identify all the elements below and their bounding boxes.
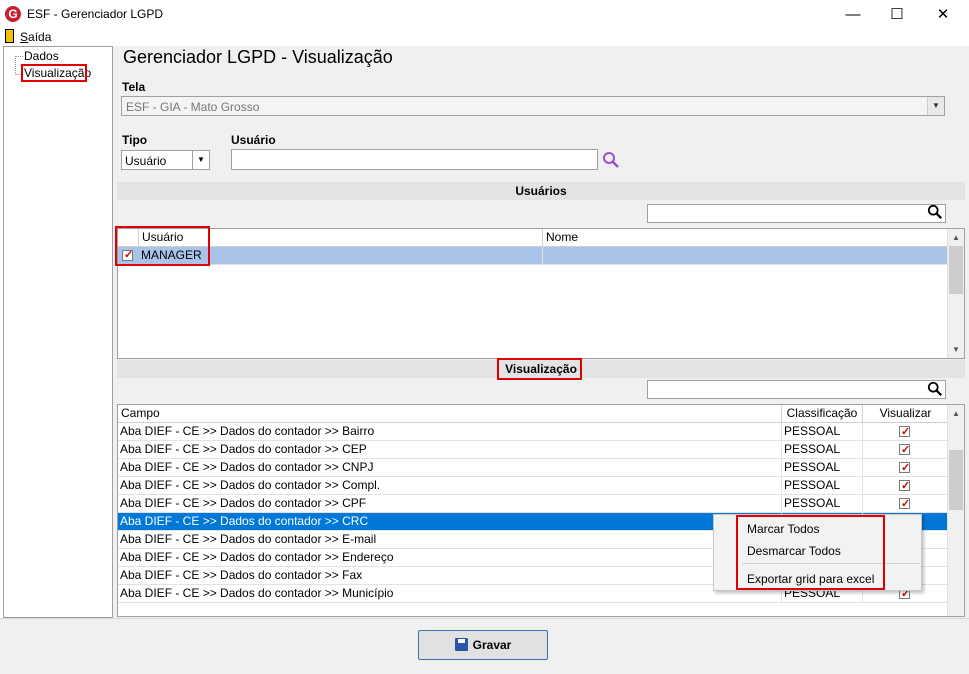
campo-cell: Aba DIEF - CE >> Dados do contador >> CR…: [118, 513, 782, 531]
usuario-input[interactable]: [231, 149, 598, 170]
highlight-box: [115, 226, 210, 266]
campo-cell: Aba DIEF - CE >> Dados do contador >> En…: [118, 549, 782, 567]
visualizar-cell: [863, 423, 948, 441]
vis-filter-input[interactable]: [647, 380, 946, 399]
column-header-visualizar[interactable]: Visualizar: [863, 405, 949, 423]
users-grid: Usuário Nome MANAGER ▲ ▼: [117, 228, 965, 359]
visualizar-checkbox[interactable]: [899, 478, 910, 495]
campo-cell: Aba DIEF - CE >> Dados do contador >> CP…: [118, 495, 782, 513]
campo-cell: Aba DIEF - CE >> Dados do contador >> Fa…: [118, 567, 782, 585]
maximize-button[interactable]: ☐: [874, 0, 920, 29]
users-filter-input[interactable]: [647, 204, 946, 223]
tipo-label: Tipo: [122, 133, 148, 147]
menu-exit[interactable]: Saída: [20, 30, 51, 44]
campo-cell: Aba DIEF - CE >> Dados do contador >> Co…: [118, 477, 782, 495]
visualizar-cell: [863, 495, 948, 513]
users-section-header: Usuários: [117, 182, 965, 200]
tipo-select-value: Usuário: [125, 154, 167, 168]
name-cell: [543, 247, 948, 265]
visualizar-checkbox[interactable]: [899, 442, 910, 459]
visualizar-checkbox[interactable]: [899, 424, 910, 441]
table-row[interactable]: Aba DIEF - CE >> Dados do contador >> CE…: [118, 441, 948, 459]
classificacao-cell: PESSOAL: [782, 423, 863, 441]
classificacao-cell: PESSOAL: [782, 459, 863, 477]
campo-cell: Aba DIEF - CE >> Dados do contador >> Mu…: [118, 585, 782, 603]
column-header-nome[interactable]: Nome: [543, 229, 949, 247]
tipo-select[interactable]: Usuário ▼: [121, 150, 210, 170]
page-title: Gerenciador LGPD - Visualização: [123, 47, 393, 67]
table-row[interactable]: Aba DIEF - CE >> Dados do contador >> CN…: [118, 459, 948, 477]
search-icon[interactable]: [927, 381, 943, 397]
search-icon[interactable]: [602, 151, 620, 169]
close-button[interactable]: ✕: [920, 0, 966, 29]
scroll-up-icon[interactable]: ▲: [948, 405, 964, 422]
column-header-campo[interactable]: Campo: [118, 405, 782, 423]
highlight-box: [736, 515, 885, 590]
usuario-label: Usuário: [231, 133, 276, 147]
tree-item-dados[interactable]: Dados: [24, 49, 59, 63]
scroll-up-icon[interactable]: ▲: [948, 229, 964, 246]
minimize-button[interactable]: —: [830, 0, 876, 29]
visualizar-checkbox[interactable]: [899, 496, 910, 513]
tree-connector: [16, 56, 23, 57]
tela-select-value: ESF - GIA - Mato Grosso: [126, 100, 260, 114]
scroll-down-icon[interactable]: ▼: [948, 341, 964, 358]
navigation-tree: [3, 46, 113, 618]
table-row[interactable]: Aba DIEF - CE >> Dados do contador >> Co…: [118, 477, 948, 495]
search-icon[interactable]: [927, 204, 943, 220]
visualizar-cell: [863, 477, 948, 495]
highlight-box: [497, 358, 582, 380]
table-row[interactable]: Aba DIEF - CE >> Dados do contador >> CP…: [118, 495, 948, 513]
campo-cell: Aba DIEF - CE >> Dados do contador >> CN…: [118, 459, 782, 477]
column-header-classificacao[interactable]: Classificação: [782, 405, 863, 423]
window-title: ESF - Gerenciador LGPD: [27, 7, 164, 21]
exit-door-icon: [5, 29, 14, 43]
highlight-box: [21, 64, 87, 82]
visualizar-cell: [863, 441, 948, 459]
table-row[interactable]: Aba DIEF - CE >> Dados do contador >> Ba…: [118, 423, 948, 441]
tela-select[interactable]: ESF - GIA - Mato Grosso ▼: [121, 96, 945, 116]
classificacao-cell: PESSOAL: [782, 495, 863, 513]
campo-cell: Aba DIEF - CE >> Dados do contador >> E-…: [118, 531, 782, 549]
scroll-thumb[interactable]: [949, 246, 963, 294]
users-scrollbar[interactable]: ▲ ▼: [947, 229, 964, 358]
classificacao-cell: PESSOAL: [782, 477, 863, 495]
chevron-down-icon: ▼: [927, 97, 944, 115]
scroll-thumb[interactable]: [949, 450, 963, 510]
visualizar-checkbox[interactable]: [899, 460, 910, 477]
classificacao-cell: PESSOAL: [782, 441, 863, 459]
menu-bar: [0, 29, 969, 46]
save-button[interactable]: Gravar: [418, 630, 548, 660]
tela-label: Tela: [122, 80, 146, 94]
visualizar-cell: [863, 459, 948, 477]
campo-cell: Aba DIEF - CE >> Dados do contador >> Ba…: [118, 423, 782, 441]
campo-cell: Aba DIEF - CE >> Dados do contador >> CE…: [118, 441, 782, 459]
app-logo-icon: G: [5, 6, 21, 22]
floppy-disk-icon: [454, 638, 468, 651]
chevron-down-icon: ▼: [192, 151, 209, 169]
vis-scrollbar[interactable]: ▲: [947, 405, 964, 616]
save-button-label: Gravar: [472, 638, 512, 652]
table-row[interactable]: MANAGER: [118, 247, 948, 265]
